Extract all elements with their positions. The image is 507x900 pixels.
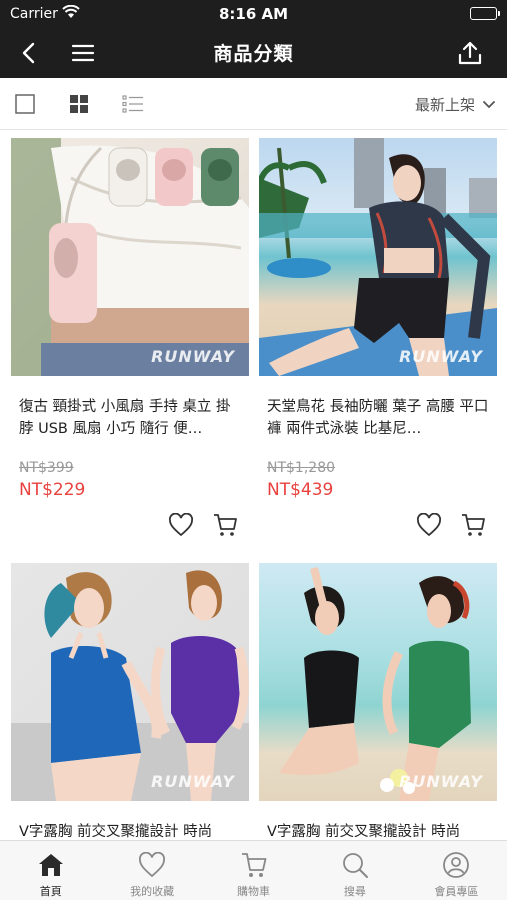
favorite-button[interactable] [415, 511, 443, 539]
cart-icon [214, 514, 237, 536]
tab-label: 會員專區 [434, 885, 479, 898]
bottom-tab-bar: 首頁 我的收藏 購物車 搜尋 會員專區 [0, 840, 507, 900]
grid-view-button[interactable] [66, 91, 92, 117]
chevron-down-icon [483, 100, 495, 108]
favorite-button[interactable] [167, 511, 195, 539]
tab-label: 我的收藏 [130, 885, 175, 898]
list-toolbar: 最新上架 [0, 78, 507, 130]
product-name[interactable]: V字露胸 前交叉聚攏設計 時尚 [259, 821, 497, 840]
heart-icon [137, 850, 167, 880]
watermark-label: RUNWAY [151, 772, 235, 791]
tab-home[interactable]: 首頁 [0, 841, 101, 900]
tab-favorites[interactable]: 我的收藏 [101, 841, 202, 900]
original-price: NT$1,280 [267, 460, 336, 476]
tab-cart[interactable]: 購物車 [203, 841, 304, 900]
list-icon [122, 95, 143, 113]
sort-dropdown[interactable]: 最新上架 [415, 94, 495, 115]
page-title: 商品分類 [213, 43, 294, 65]
product-card[interactable]: RUNWAY V字露胸 前交叉聚攏設計 時尚 [11, 563, 249, 840]
tab-member[interactable]: 會員專區 [406, 841, 507, 900]
heart-icon [169, 513, 193, 537]
user-icon [441, 850, 471, 880]
grid-icon [70, 95, 88, 113]
product-card[interactable]: RUNWAY 復古 頸掛式 小風扇 手持 桌立 掛脖 USB 風扇 小巧 隨行 … [11, 138, 249, 537]
search-icon [340, 850, 370, 880]
sort-label: 最新上架 [414, 96, 475, 114]
watermark-label: RUNWAY [399, 347, 483, 366]
original-price: NT$399 [19, 460, 74, 476]
single-view-button[interactable] [12, 91, 38, 117]
tab-label: 首頁 [39, 885, 62, 898]
status-bar: Carrier 8:16 AM [0, 0, 507, 28]
square-icon [15, 94, 35, 114]
product-card[interactable]: RUNWAY 天堂鳥花 長袖防曬 葉子 高腰 平口褲 兩件式泳裝 比基尼… NT… [259, 138, 497, 537]
cart-icon [239, 850, 269, 880]
tab-search[interactable]: 搜尋 [304, 841, 405, 900]
add-to-cart-button[interactable] [211, 511, 239, 539]
navigation-bar: 商品分類 [0, 28, 507, 78]
watermark-label: RUNWAY [151, 347, 235, 366]
card-actions [167, 511, 239, 539]
home-icon [36, 850, 66, 880]
list-view-button[interactable] [120, 91, 146, 117]
watermark-label: RUNWAY [399, 772, 483, 791]
product-name[interactable]: 復古 頸掛式 小風扇 手持 桌立 掛脖 USB 風扇 小巧 隨行 便… [11, 396, 249, 440]
product-image[interactable]: RUNWAY [11, 138, 249, 376]
add-to-cart-button[interactable] [459, 511, 487, 539]
product-image[interactable]: RUNWAY [11, 563, 249, 801]
product-name[interactable]: 天堂鳥花 長袖防曬 葉子 高腰 平口褲 兩件式泳裝 比基尼… [259, 396, 497, 440]
tab-label: 購物車 [237, 885, 271, 898]
product-name[interactable]: V字露胸 前交叉聚攏設計 時尚 [11, 821, 249, 840]
app-screen: Carrier 8:16 AM 商品分類 最新上架 RUNWAY 復古 頸掛式 … [0, 0, 507, 900]
product-grid: RUNWAY 復古 頸掛式 小風扇 手持 桌立 掛脖 USB 風扇 小巧 隨行 … [0, 131, 507, 840]
product-card[interactable]: RUNWAY V字露胸 前交叉聚攏設計 時尚 [259, 563, 497, 840]
product-image[interactable]: RUNWAY [259, 138, 497, 376]
share-button[interactable] [453, 36, 487, 70]
card-actions [415, 511, 487, 539]
heart-icon [417, 513, 441, 537]
battery-icon [470, 7, 500, 20]
product-image[interactable]: RUNWAY [259, 563, 497, 801]
share-icon [458, 41, 482, 65]
tab-label: 搜尋 [343, 885, 366, 898]
cart-icon [462, 514, 485, 536]
clock: 8:16 AM [218, 5, 289, 23]
sale-price: NT$229 [19, 480, 86, 500]
sale-price: NT$439 [267, 480, 334, 500]
